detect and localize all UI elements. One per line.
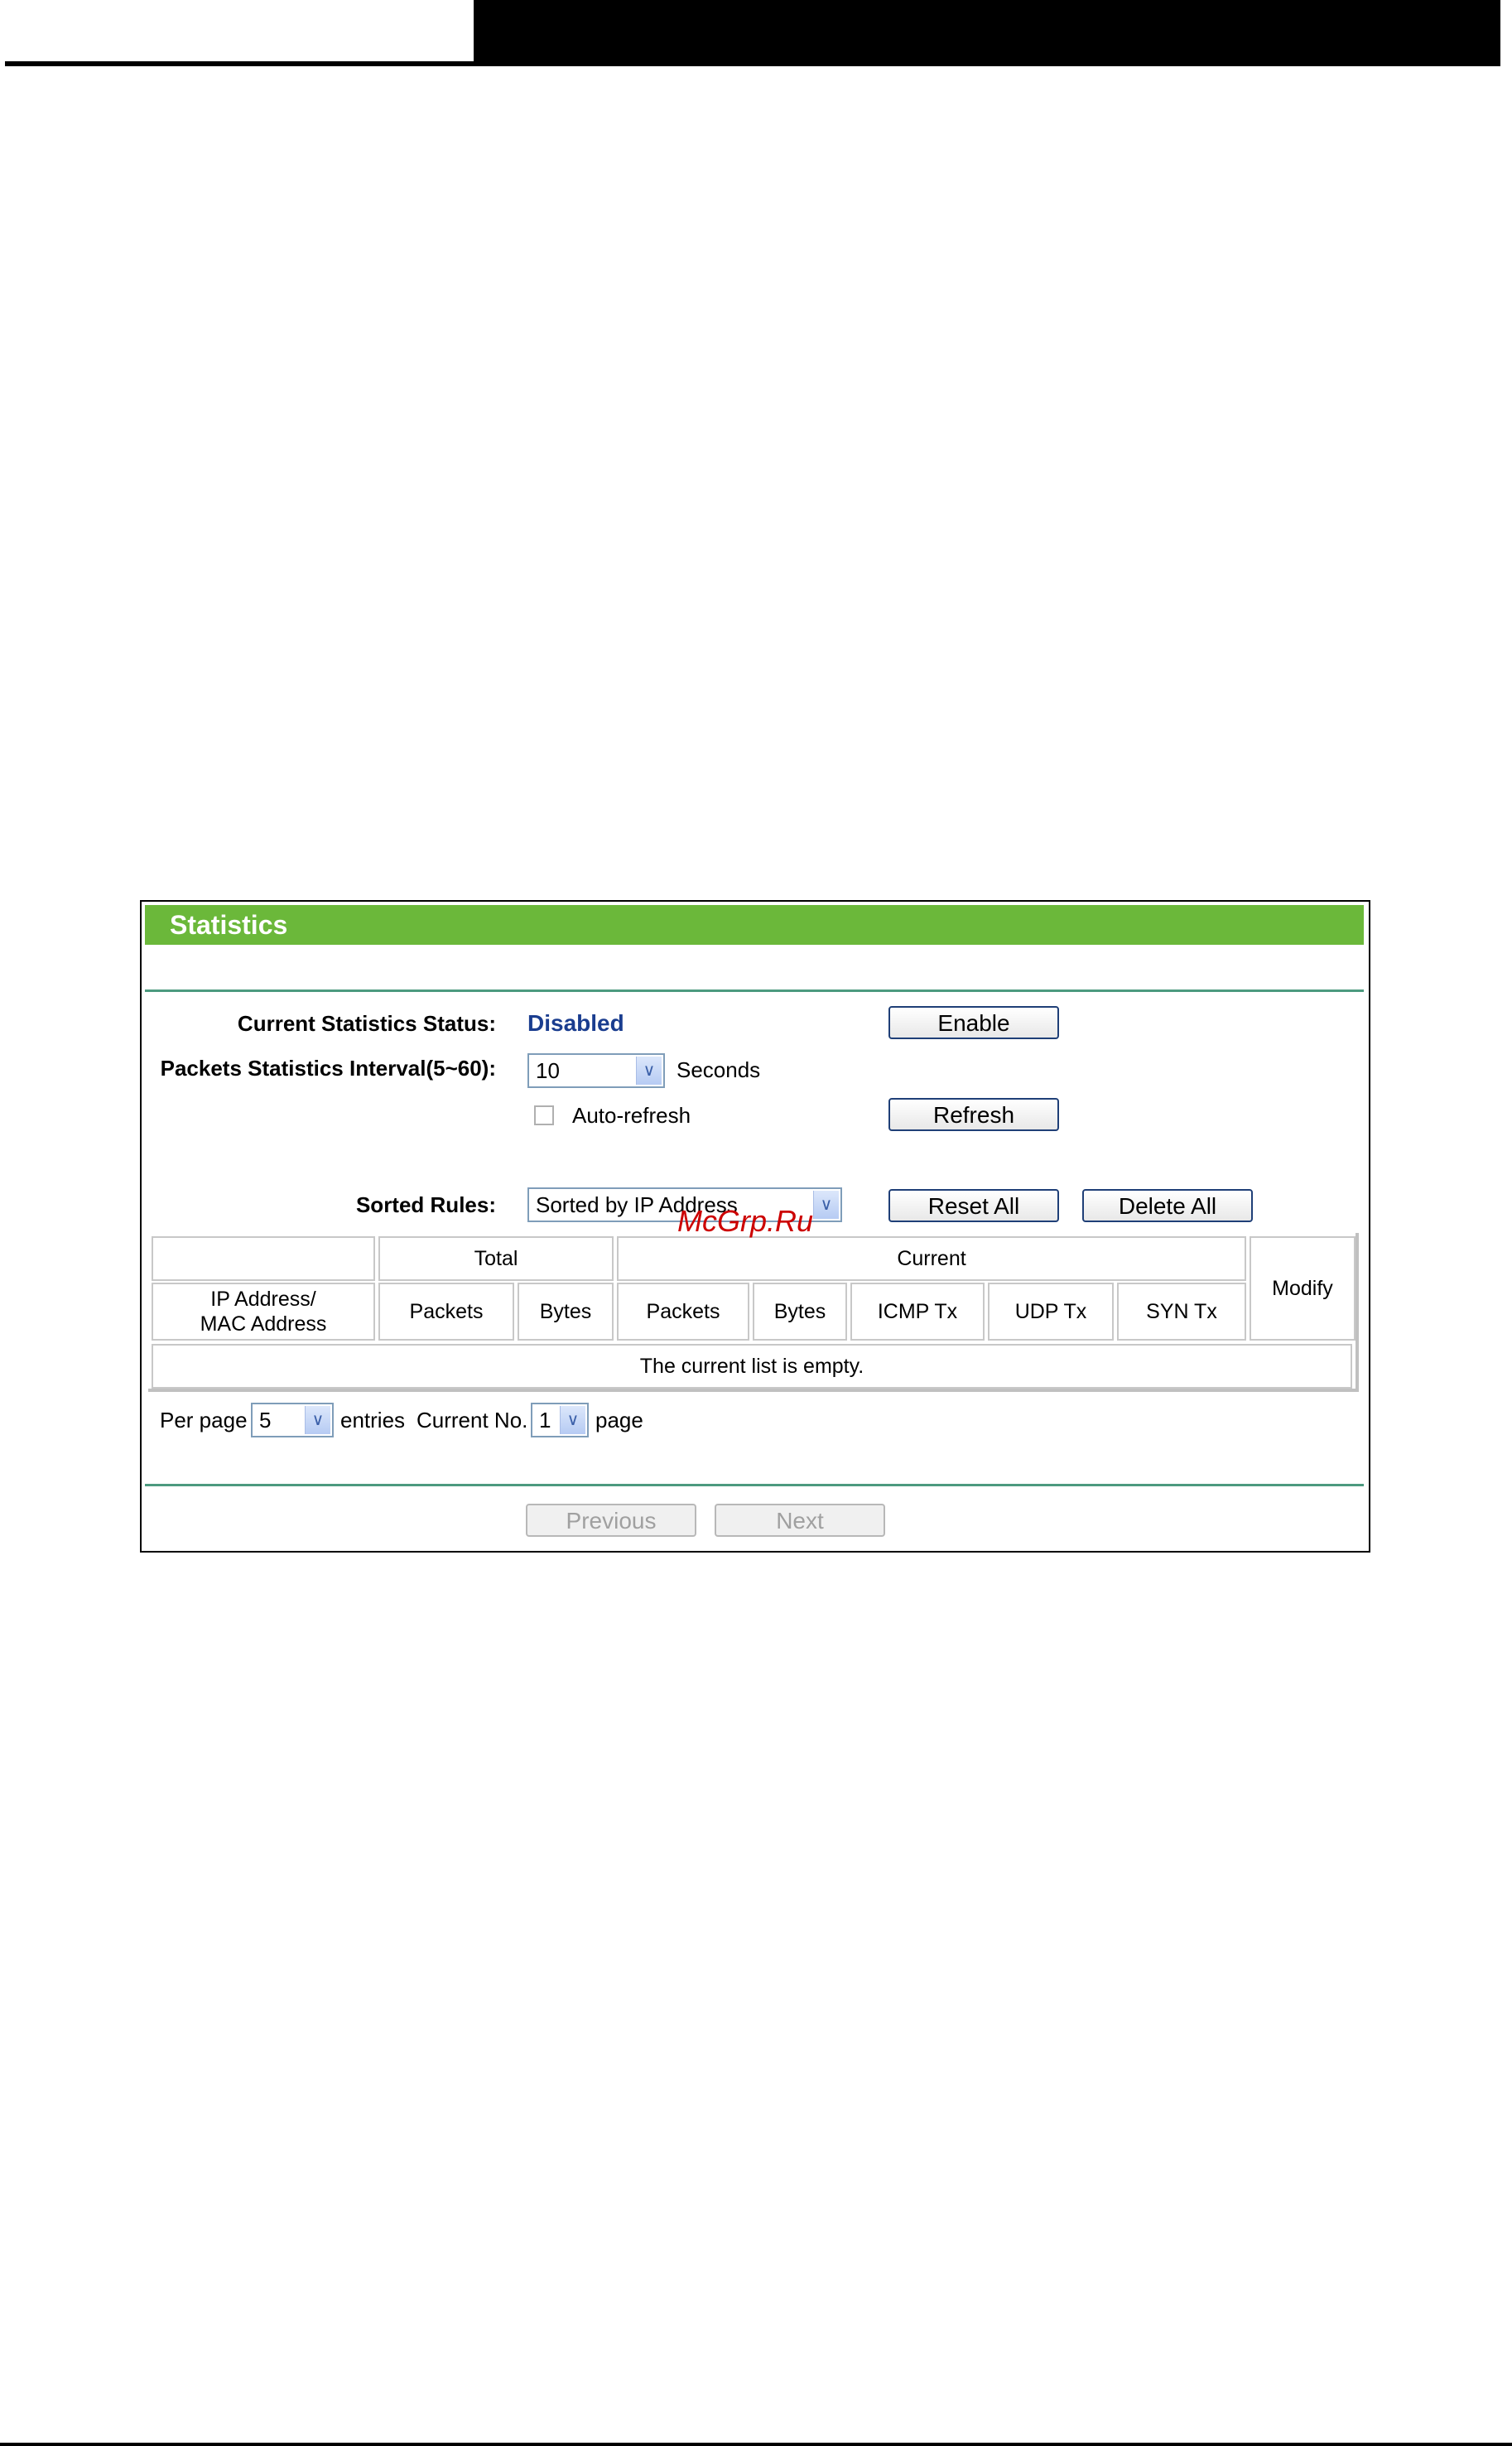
interval-label: Packets Statistics Interval(5~60): (160, 1056, 496, 1081)
mac-address-header-line: MAC Address (200, 1312, 327, 1336)
chevron-down-icon: ∨ (305, 1406, 330, 1434)
status-label: Current Statistics Status: (237, 1011, 496, 1036)
status-value: Disabled (527, 1010, 624, 1036)
next-button[interactable]: Next (715, 1504, 885, 1537)
current-no-select-value: 1 (539, 1408, 551, 1432)
interval-select[interactable]: 10 ∨ (527, 1053, 665, 1088)
delete-all-button[interactable]: Delete All (1082, 1189, 1253, 1222)
per-page-label: Per page (160, 1408, 248, 1432)
per-page-select-value: 5 (259, 1408, 272, 1432)
entries-label: entries (340, 1408, 406, 1432)
watermark-text: McGrp.Ru (677, 1204, 814, 1238)
table-header-blank (152, 1236, 375, 1281)
chevron-down-icon: ∨ (636, 1057, 662, 1085)
current-no-select[interactable]: 1 ∨ (531, 1403, 589, 1437)
divider-bottom (145, 1484, 1364, 1486)
table-header-current-bytes: Bytes (753, 1283, 847, 1341)
statistics-table: Total Current Modify IP Address/ MAC Add… (148, 1233, 1359, 1392)
previous-button[interactable]: Previous (526, 1504, 696, 1537)
table-header-icmp-tx: ICMP Tx (850, 1283, 985, 1341)
refresh-button[interactable]: Refresh (888, 1098, 1059, 1131)
page-label: page (595, 1408, 643, 1432)
enable-button[interactable]: Enable (888, 1006, 1059, 1039)
interval-select-value: 10 (536, 1058, 560, 1083)
interval-unit: Seconds (677, 1057, 761, 1082)
table-header-total-bytes: Bytes (518, 1283, 614, 1341)
table-header-udp-tx: UDP Tx (988, 1283, 1114, 1341)
table-header-modify: Modify (1250, 1236, 1356, 1341)
table-header-total-packets: Packets (378, 1283, 514, 1341)
divider-top (145, 989, 1364, 992)
table-empty-row: The current list is empty. (152, 1344, 1352, 1389)
current-no-label: Current No. (417, 1408, 528, 1432)
document-header-bar (474, 0, 1500, 61)
document-footer-rule (0, 2443, 1512, 2446)
table-header-current: Current (617, 1236, 1246, 1281)
table-header-total: Total (378, 1236, 614, 1281)
chevron-down-icon: ∨ (813, 1191, 839, 1219)
auto-refresh-checkbox[interactable] (534, 1105, 554, 1125)
per-page-select[interactable]: 5 ∨ (251, 1403, 334, 1437)
chevron-down-icon: ∨ (560, 1406, 585, 1434)
table-header-current-packets: Packets (617, 1283, 749, 1341)
reset-all-button[interactable]: Reset All (888, 1189, 1059, 1222)
ip-address-header-line: IP Address/ (210, 1288, 316, 1311)
sorted-rules-label: Sorted Rules: (355, 1192, 496, 1217)
panel-title: Statistics (145, 905, 1364, 945)
document-header-rule (5, 61, 1500, 66)
table-header-syn-tx: SYN Tx (1117, 1283, 1246, 1341)
table-header-ip-mac: IP Address/ MAC Address (152, 1283, 375, 1341)
auto-refresh-label: Auto-refresh (572, 1103, 691, 1128)
